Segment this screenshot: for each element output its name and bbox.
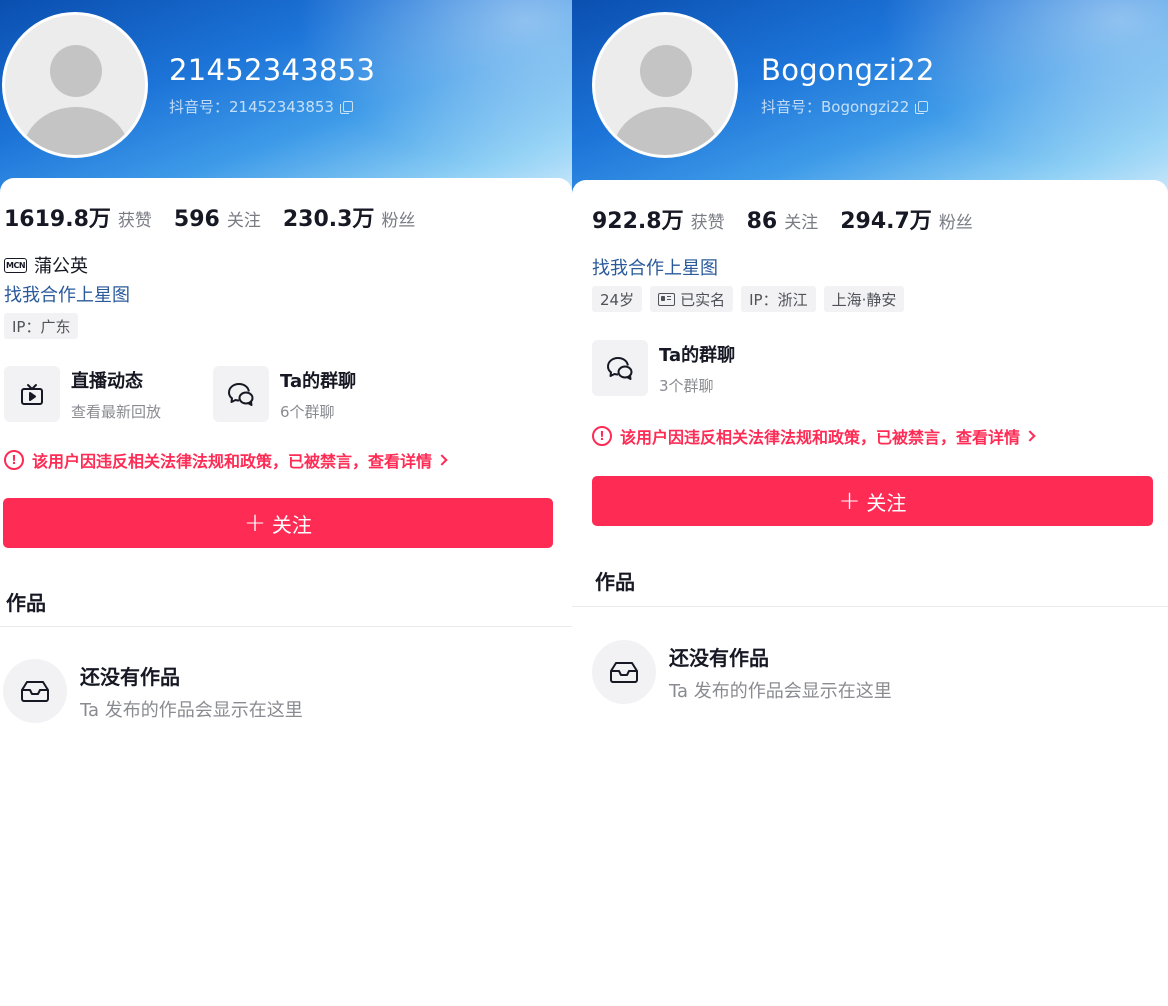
works-tab[interactable]: 作品 (595, 566, 635, 595)
douyin-id[interactable]: 抖音号：Bogongzi22 (761, 96, 929, 117)
avatar[interactable] (592, 12, 738, 158)
tags-row: IP：广东 (4, 313, 79, 339)
stat-likes: 922.8万 获赞 (592, 203, 725, 235)
feature-live-title: 直播动态 (71, 370, 143, 392)
feature-live[interactable]: 直播动态 查看最新回放 (4, 366, 161, 422)
empty-works-subtitle: Ta 发布的作品会显示在这里 (669, 680, 892, 702)
mcn-row[interactable]: MCN 蒲公英 (4, 252, 88, 278)
stats-row: 1619.8万 获赞 596 关注 230.3万 粉丝 (4, 201, 437, 233)
tag-location: 上海·静安 (823, 286, 905, 312)
feature-group-chat-title: Ta的群聊 (659, 344, 736, 366)
stat-likes-label: 获赞 (690, 213, 725, 233)
ban-warning-text: 该用户因违反相关法律法规和政策，已被禁言，查看详情 (32, 452, 433, 471)
douyin-id-text: 抖音号：21452343853 (169, 98, 334, 116)
inbox-tray-icon (592, 640, 656, 704)
nickname: 21452343853 (169, 53, 376, 87)
follow-button[interactable]: + 关注 (592, 476, 1153, 526)
feature-group-chat-subtitle: 3个群聊 (659, 376, 714, 395)
plus-icon: + (244, 508, 266, 538)
follow-button-label: 关注 (271, 512, 312, 537)
stat-following[interactable]: 596 关注 (174, 206, 261, 232)
chevron-right-icon (1024, 430, 1036, 442)
feature-live-subtitle: 查看最新回放 (71, 402, 162, 421)
stat-following-value: 86 (746, 209, 778, 234)
empty-works-subtitle: Ta 发布的作品会显示在这里 (80, 699, 303, 721)
tag-verified: 已实名 (650, 286, 734, 312)
feature-group-chat[interactable]: Ta的群聊 6个群聊 (213, 366, 356, 422)
feature-group-chat-subtitle: 6个群聊 (280, 402, 335, 421)
feature-group-chat-title: Ta的群聊 (280, 370, 357, 392)
tag-age: 24岁 (592, 286, 643, 312)
alert-icon: ! (4, 450, 24, 470)
plus-icon: + (838, 486, 861, 516)
mcn-badge-icon: MCN (4, 257, 28, 273)
stat-likes: 1619.8万 获赞 (4, 201, 152, 233)
tags-row: 24岁 已实名 IP：浙江 上海·静安 (592, 286, 905, 312)
mcn-name: 蒲公英 (34, 256, 89, 277)
divider (572, 606, 1168, 607)
inbox-tray-icon (3, 659, 67, 723)
stat-following-label: 关注 (226, 211, 261, 231)
stat-followers-label: 粉丝 (938, 213, 973, 233)
chevron-right-icon (436, 454, 448, 466)
profile-panel-left: 21452343853 抖音号：21452343853 1619.8万 获赞 5… (0, 0, 572, 1006)
stat-likes-label: 获赞 (117, 211, 152, 231)
stat-followers-value: 294.7万 (840, 209, 932, 234)
empty-works-title: 还没有作品 (669, 645, 769, 670)
stat-likes-value: 922.8万 (592, 209, 684, 234)
ban-warning[interactable]: ! 该用户因违反相关法律法规和政策，已被禁言，查看详情 (592, 424, 1036, 448)
stat-followers[interactable]: 294.7万 粉丝 (840, 203, 973, 235)
empty-works: 还没有作品 Ta 发布的作品会显示在这里 (3, 659, 303, 723)
divider (0, 626, 572, 627)
stat-followers-value: 230.3万 (282, 207, 375, 232)
profile-panel-right: Bogongzi22 抖音号：Bogongzi22 922.8万 获赞 86 关… (572, 0, 1168, 1006)
follow-button[interactable]: + 关注 (3, 498, 553, 548)
copy-icon[interactable] (915, 100, 929, 114)
ban-warning-text: 该用户因违反相关法律法规和政策，已被禁言，查看详情 (620, 428, 1021, 447)
stat-following-label: 关注 (784, 213, 819, 233)
star-map-link[interactable]: 找我合作上星图 (592, 254, 718, 280)
alert-icon: ! (592, 426, 612, 446)
douyin-id-text: 抖音号：Bogongzi22 (761, 98, 910, 116)
id-card-icon (658, 292, 676, 306)
copy-icon[interactable] (339, 100, 353, 114)
chat-bubbles-icon (213, 366, 269, 422)
ban-warning[interactable]: ! 该用户因违反相关法律法规和政策，已被禁言，查看详情 (4, 448, 448, 472)
avatar[interactable] (2, 12, 148, 158)
feature-group-chat[interactable]: Ta的群聊 3个群聊 (592, 340, 735, 396)
empty-works-title: 还没有作品 (80, 664, 180, 689)
chat-bubbles-icon (592, 340, 648, 396)
stat-following-value: 596 (173, 207, 220, 232)
empty-works: 还没有作品 Ta 发布的作品会显示在这里 (592, 640, 892, 704)
tv-play-icon (4, 366, 60, 422)
star-map-link[interactable]: 找我合作上星图 (4, 281, 130, 307)
tag-verified-label: 已实名 (680, 290, 726, 309)
stats-row: 922.8万 获赞 86 关注 294.7万 粉丝 (592, 203, 995, 235)
stat-followers-label: 粉丝 (381, 211, 416, 231)
stat-followers[interactable]: 230.3万 粉丝 (283, 201, 416, 233)
douyin-id[interactable]: 抖音号：21452343853 (169, 96, 353, 117)
nickname: Bogongzi22 (761, 53, 935, 87)
tag-ip: IP：浙江 (741, 286, 816, 312)
stat-following[interactable]: 86 关注 (747, 208, 819, 234)
works-tab[interactable]: 作品 (6, 587, 46, 616)
tag-ip: IP：广东 (4, 313, 79, 339)
follow-button-label: 关注 (866, 490, 907, 515)
stat-likes-value: 1619.8万 (4, 207, 111, 232)
